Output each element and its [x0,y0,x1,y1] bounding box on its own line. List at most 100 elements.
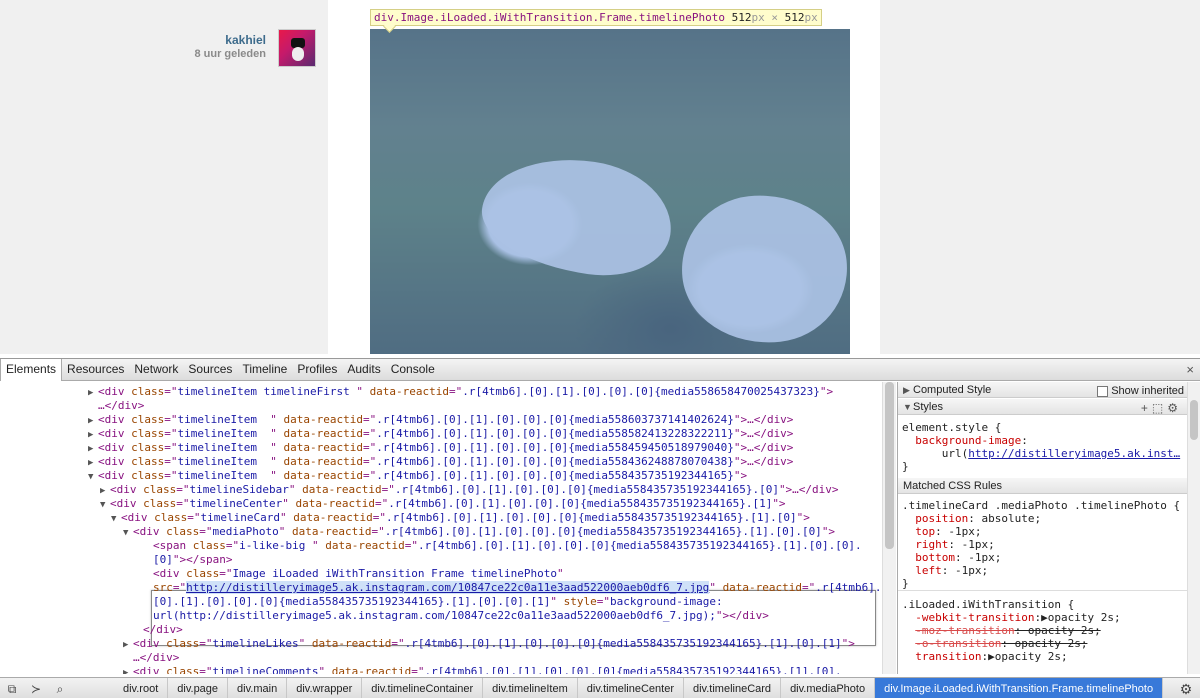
expand-triangle-right-icon[interactable]: ▶ [123,666,133,674]
dom-token[interactable]: http://distilleryimage5.ak.instagram.com… [186,581,710,594]
css-line[interactable]: transition:▶opacity 2s; [902,650,1067,663]
dom-node-line[interactable]: …</div> [98,399,144,413]
expand-triangle-down-icon[interactable]: ▼ [100,498,110,512]
dom-node-line[interactable]: ▶ <div class="timelineItem " data-reactid… [88,455,793,469]
css-line[interactable]: .iLoaded.iWithTransition { [902,598,1074,611]
dom-tree[interactable]: ▶ <div class="timelineItem timelineFirst … [0,382,882,674]
breadcrumb-item[interactable]: div.main [228,677,288,698]
css-line[interactable]: bottom: -1px; [902,551,1001,564]
settings-gear-icon[interactable]: ⚙ [1176,678,1196,698]
css-line[interactable]: .timelineCard .mediaPhoto .timelinePhoto… [902,499,1180,512]
breadcrumb-item[interactable]: div.Image.iLoaded.iWithTransition.Frame.… [875,677,1164,698]
scroll-thumb[interactable] [1190,400,1198,440]
css-line[interactable]: background-image: [902,434,1028,447]
tab-resources[interactable]: Resources [62,359,129,380]
show-inherited-toggle[interactable]: Show inherited [1097,383,1184,399]
tab-network[interactable]: Network [129,359,183,380]
breadcrumb-item[interactable]: div.mediaPhoto [781,677,876,698]
css-line[interactable]: } [902,460,909,473]
dom-node-line[interactable]: <span class="i-like-big " data-reactid="… [153,539,862,553]
expand-triangle-down-icon[interactable]: ▼ [123,526,133,540]
css-line[interactable]: left: -1px; [902,564,988,577]
tab-elements[interactable]: Elements [0,358,63,381]
dom-token: <div [110,483,144,496]
dom-node-line[interactable]: url(http://distilleryimage5.ak.instagram… [153,609,769,623]
dom-token: <div [110,497,144,510]
dom-token: class [131,441,165,454]
dom-node-line[interactable]: ▶ <div class="timelineItem timelineFirst … [88,385,833,399]
dom-token: =" [164,427,178,440]
dom-node-line[interactable]: ▶ <div class="timelineItem " data-reactid… [88,441,793,455]
scroll-thumb[interactable] [885,382,894,549]
expand-triangle-down-icon[interactable]: ▼ [111,512,121,526]
dom-token: " [557,567,564,580]
css-line[interactable]: -o-transition: opacity 2s; [902,637,1087,650]
css-line[interactable]: position: absolute; [902,512,1041,525]
author-name[interactable]: kakhiel [194,33,266,47]
dom-node-line[interactable]: …</div> [133,651,179,665]
css-line[interactable]: right: -1px; [902,538,994,551]
checkbox[interactable] [1097,385,1109,397]
expand-triangle-right-icon[interactable]: ▶ [123,638,133,652]
css-line[interactable]: top: -1px; [902,525,981,538]
dom-node-line[interactable]: ▶ <div class="timelineLikes" data-reactid… [123,637,855,651]
dom-node-line[interactable]: ▶ <div class="timelineComments" data-reac… [123,665,842,674]
dom-token: .r[4tmb6].[0].[1].[0].[0].[0]{media55843… [388,497,773,510]
expand-triangle-right-icon[interactable]: ▶ [88,386,98,400]
dom-token: " [282,497,296,510]
dom-node-line[interactable]: ▼ <div class="timelineCard" data-reactid=… [111,511,810,525]
console-drawer-icon[interactable]: ≻ [24,678,48,698]
styles-scrollbar[interactable] [1187,382,1200,674]
computed-style-header[interactable]: ▶ Computed Style Show inherited [898,382,1187,398]
dom-node-line[interactable]: <div class="Image iLoaded iWithTransitio… [153,567,564,581]
css-line[interactable]: } [902,577,909,590]
css-line[interactable]: -moz-transition: opacity 2s; [902,624,1100,637]
tab-sources[interactable]: Sources [183,359,237,380]
expand-triangle-right-icon[interactable]: ▶ [100,484,110,498]
element-state-icon[interactable]: ⬚ [1152,401,1167,415]
expand-triangle-right-icon[interactable]: ▶ [88,428,98,442]
dom-node-line[interactable]: [0].[1].[0].[0].[0]{media558435735192344… [153,595,723,609]
close-icon[interactable]: × [1186,362,1194,377]
dom-node-line[interactable]: ▼ <div class="mediaPhoto" data-reactid=".… [123,525,835,539]
dock-icon[interactable]: ⧉ [0,678,24,698]
dom-node-line[interactable]: [0]"></span> [153,553,232,567]
expand-triangle-right-icon[interactable]: ▶ [88,442,98,456]
styles-header[interactable]: ▼Styles +⬚⚙ [898,399,1187,415]
add-rule-icon[interactable]: + [1141,401,1152,415]
dom-node-line[interactable]: ▶ <div class="timelineItem " data-reactid… [88,427,793,441]
dom-token: =" [176,483,190,496]
tab-profiles[interactable]: Profiles [292,359,342,380]
search-icon[interactable]: ⌕ [48,678,72,698]
dom-node-line[interactable]: </div> [143,623,183,637]
dom-node-line[interactable]: ▶ <div class="timelineSidebar" data-react… [100,483,839,497]
css-line[interactable]: -webkit-transition:▶opacity 2s; [902,611,1120,624]
dom-token: timelineLikes [212,637,299,650]
dom-tree-scrollbar[interactable] [882,382,896,674]
dom-node-line[interactable]: src="http://distilleryimage5.ak.instagra… [153,581,882,595]
breadcrumb-item[interactable]: div.wrapper [287,677,363,698]
tab-audits[interactable]: Audits [342,359,385,380]
tab-timeline[interactable]: Timeline [237,359,292,380]
dom-token: class [166,637,200,650]
avatar[interactable] [278,29,316,67]
breadcrumb-item[interactable]: div.page [168,677,229,698]
style-tools-icons[interactable]: +⬚⚙ [1141,400,1182,416]
breadcrumb-item[interactable]: div.timelineItem [483,677,578,698]
dom-token: " [288,483,303,496]
timeline-photo[interactable] [370,29,850,354]
expand-triangle-down-icon[interactable]: ▼ [88,470,98,484]
dom-node-line[interactable]: ▼ <div class="timelineCenter" data-reacti… [100,497,786,511]
breadcrumb-item[interactable]: div.root [114,677,169,698]
breadcrumb-item[interactable]: div.timelineContainer [362,677,484,698]
tab-console[interactable]: Console [386,359,440,380]
css-line[interactable]: url(http://distilleryimage5.ak.inst… [902,447,1180,460]
expand-triangle-right-icon[interactable]: ▶ [88,456,98,470]
gear-icon[interactable]: ⚙ [1167,401,1182,415]
css-line[interactable]: element.style { [902,421,1001,434]
expand-triangle-right-icon[interactable]: ▶ [88,414,98,428]
breadcrumb-item[interactable]: div.timelineCenter [578,677,684,698]
breadcrumb-item[interactable]: div.timelineCard [684,677,782,698]
dom-node-line[interactable]: ▼ <div class="timelineItem " data-reactid… [88,469,747,483]
dom-node-line[interactable]: ▶ <div class="timelineItem " data-reactid… [88,413,793,427]
